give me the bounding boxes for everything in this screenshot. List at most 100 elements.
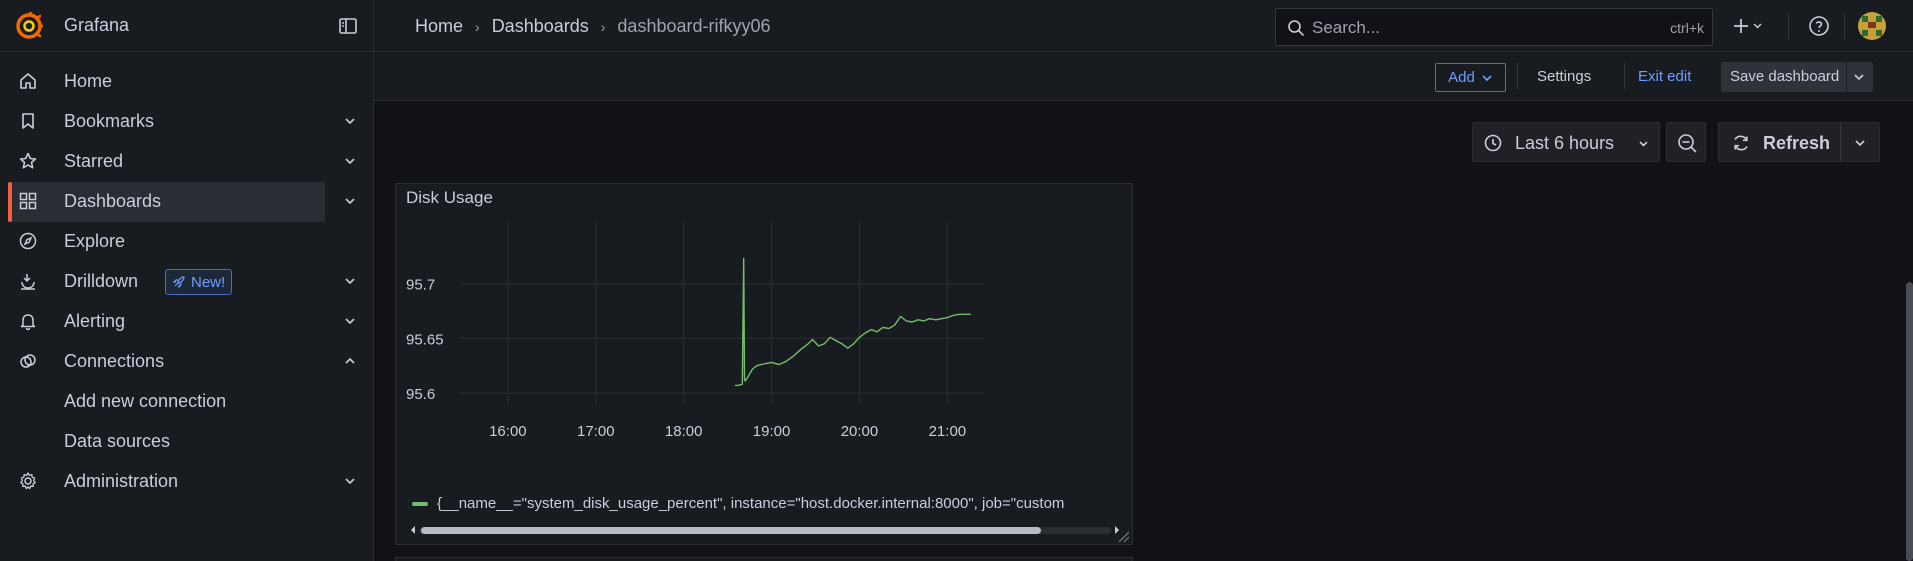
- sidebar-item-data-sources[interactable]: Data sources: [0, 421, 374, 461]
- chevron-down-icon[interactable]: [343, 154, 357, 168]
- chevron-up-icon[interactable]: [343, 354, 357, 368]
- x-tick-label: 18:00: [665, 423, 703, 440]
- new-badge-label: New!: [191, 273, 226, 291]
- breadcrumb-dashboards[interactable]: Dashboards: [492, 16, 589, 37]
- page-vertical-scrollbar[interactable]: [1906, 282, 1913, 561]
- zoom-out-button[interactable]: [1666, 122, 1706, 162]
- chevron-down-icon[interactable]: [343, 314, 357, 328]
- search-icon: [1288, 20, 1304, 36]
- nav-menu: Home Bookmarks Starred Dashboards Explor…: [0, 61, 374, 501]
- search-shortcut: ctrl+k: [1670, 20, 1704, 36]
- sidebar-item-connections[interactable]: Connections: [0, 341, 374, 381]
- x-tick-label: 17:00: [577, 423, 615, 440]
- sidebar-item-administration[interactable]: Administration: [0, 461, 374, 501]
- sidebar-item-label: Starred: [64, 151, 124, 171]
- chevron-down-icon[interactable]: [1852, 70, 1866, 84]
- sidebar-item-label: Administration: [64, 471, 179, 491]
- series-line[interactable]: [735, 257, 971, 387]
- chevron-down-icon: [1482, 74, 1492, 81]
- sidebar-item-label: Dashboards: [64, 191, 162, 211]
- time-range-picker[interactable]: Last 6 hours: [1472, 122, 1660, 162]
- sidebar-item-explore[interactable]: Explore: [0, 221, 374, 261]
- settings-button[interactable]: Settings: [1537, 68, 1591, 85]
- avatar[interactable]: [1858, 12, 1886, 40]
- legend-series-label: {__name__="system_disk_usage_percent", i…: [437, 495, 1065, 512]
- exit-edit-button[interactable]: Exit edit: [1638, 68, 1691, 85]
- sidebar-item-bookmarks[interactable]: Bookmarks: [0, 101, 374, 141]
- breadcrumb: Home › Dashboards › dashboard-rifkyy06: [415, 16, 771, 37]
- breadcrumb-separator-icon: ›: [600, 18, 606, 35]
- sidebar-item-label: Data sources: [64, 431, 171, 451]
- sidebar-item-label: Explore: [64, 231, 126, 251]
- star-icon: [19, 152, 37, 169]
- avatar-image: [1858, 12, 1886, 40]
- toolbar-divider: [1624, 63, 1625, 89]
- cog-icon: [20, 472, 36, 490]
- search-input[interactable]: Search... ctrl+k: [1275, 8, 1713, 46]
- chevron-down-icon[interactable]: [343, 114, 357, 128]
- save-dashboard-button[interactable]: Save dashboard: [1721, 62, 1873, 92]
- sidebar: Grafana Home Bookmarks Starred Dashboard…: [0, 0, 374, 561]
- dashboard-edit-toolbar: Add Settings Exit edit Save dashboard: [374, 52, 1913, 101]
- scrollbar-thumb[interactable]: [421, 527, 1041, 534]
- sidebar-item-starred[interactable]: Starred: [0, 141, 374, 181]
- legend-swatch: [412, 502, 428, 507]
- help-icon[interactable]: [1807, 14, 1831, 38]
- dock-menu-icon[interactable]: [338, 16, 358, 36]
- refresh-icon: [1734, 135, 1748, 151]
- x-tick-label: 21:00: [929, 423, 967, 440]
- sidebar-item-label: Add new connection: [64, 391, 227, 411]
- sidebar-item-label: Connections: [64, 351, 165, 371]
- x-tick-label: 20:00: [841, 423, 879, 440]
- sidebar-item-label: Home: [64, 71, 113, 91]
- add-button-label: Add: [1448, 69, 1475, 86]
- toolbar-divider: [1517, 63, 1518, 89]
- button-divider: [1840, 123, 1841, 161]
- refresh-label: Refresh: [1763, 133, 1831, 153]
- breadcrumb-home[interactable]: Home: [415, 16, 463, 37]
- x-tick-label: 16:00: [489, 423, 527, 440]
- sidebar-item-add-new-connection[interactable]: Add new connection: [0, 381, 374, 421]
- chart-legend[interactable]: {__name__="system_disk_usage_percent", i…: [412, 495, 1132, 515]
- sidebar-item-alerting[interactable]: Alerting: [0, 301, 374, 341]
- toolbar-divider: [1844, 13, 1845, 39]
- sidebar-item-label: Alerting: [64, 311, 126, 331]
- grafana-app: Grafana Home Bookmarks Starred Dashboard…: [0, 0, 1913, 561]
- rocket-icon: [172, 276, 185, 289]
- new-badge: New!: [165, 269, 233, 295]
- sidebar-item-home[interactable]: Home: [0, 61, 374, 101]
- add-button[interactable]: Add: [1435, 63, 1506, 92]
- zoom-out-icon: [1678, 134, 1697, 153]
- panel-resize-handle-icon[interactable]: [1116, 529, 1130, 543]
- sidebar-item-dashboards[interactable]: Dashboards: [0, 181, 374, 222]
- home-icon: [20, 73, 36, 89]
- save-dashboard-label: Save dashboard: [1730, 68, 1840, 85]
- chevron-down-icon[interactable]: [343, 274, 357, 288]
- refresh-button[interactable]: Refresh: [1718, 122, 1880, 162]
- time-range-label: Last 6 hours: [1515, 133, 1615, 153]
- brand: Grafana: [0, 0, 374, 52]
- top-bar: Home › Dashboards › dashboard-rifkyy06 S…: [374, 0, 1913, 52]
- chevron-down-icon[interactable]: [1853, 136, 1867, 150]
- chevron-down-icon[interactable]: [343, 474, 357, 488]
- legend-horizontal-scrollbar[interactable]: [409, 523, 1121, 537]
- brand-name: Grafana: [64, 15, 130, 35]
- bookmark-icon: [22, 113, 34, 129]
- sidebar-item-label: Drilldown: [64, 271, 139, 291]
- next-panel-edge: [395, 557, 1133, 561]
- scroll-left-icon[interactable]: [409, 525, 417, 535]
- search-placeholder: Search...: [1312, 18, 1381, 37]
- disk-usage-chart[interactable]: 95.6 95.65 95.7 16:00 17:00 18:00 19:00 20:00 21…: [396, 184, 1134, 494]
- disk-usage-panel[interactable]: Disk Usage 95.6 95.65 95.7 16:00 17:00 18:00 1…: [395, 183, 1133, 545]
- compass-icon: [19, 232, 37, 250]
- bell-icon: [20, 314, 36, 331]
- grafana-logo-icon[interactable]: [15, 12, 43, 40]
- active-item-indicator: [8, 182, 12, 222]
- sidebar-item-drilldown[interactable]: Drilldown New!: [0, 261, 374, 301]
- chevron-down-icon[interactable]: [343, 194, 357, 208]
- y-tick-label: 95.6: [406, 386, 435, 403]
- x-tick-label: 19:00: [753, 423, 791, 440]
- new-menu-button[interactable]: [1731, 12, 1771, 40]
- breadcrumb-current: dashboard-rifkyy06: [617, 16, 771, 36]
- toolbar-divider: [1788, 13, 1789, 39]
